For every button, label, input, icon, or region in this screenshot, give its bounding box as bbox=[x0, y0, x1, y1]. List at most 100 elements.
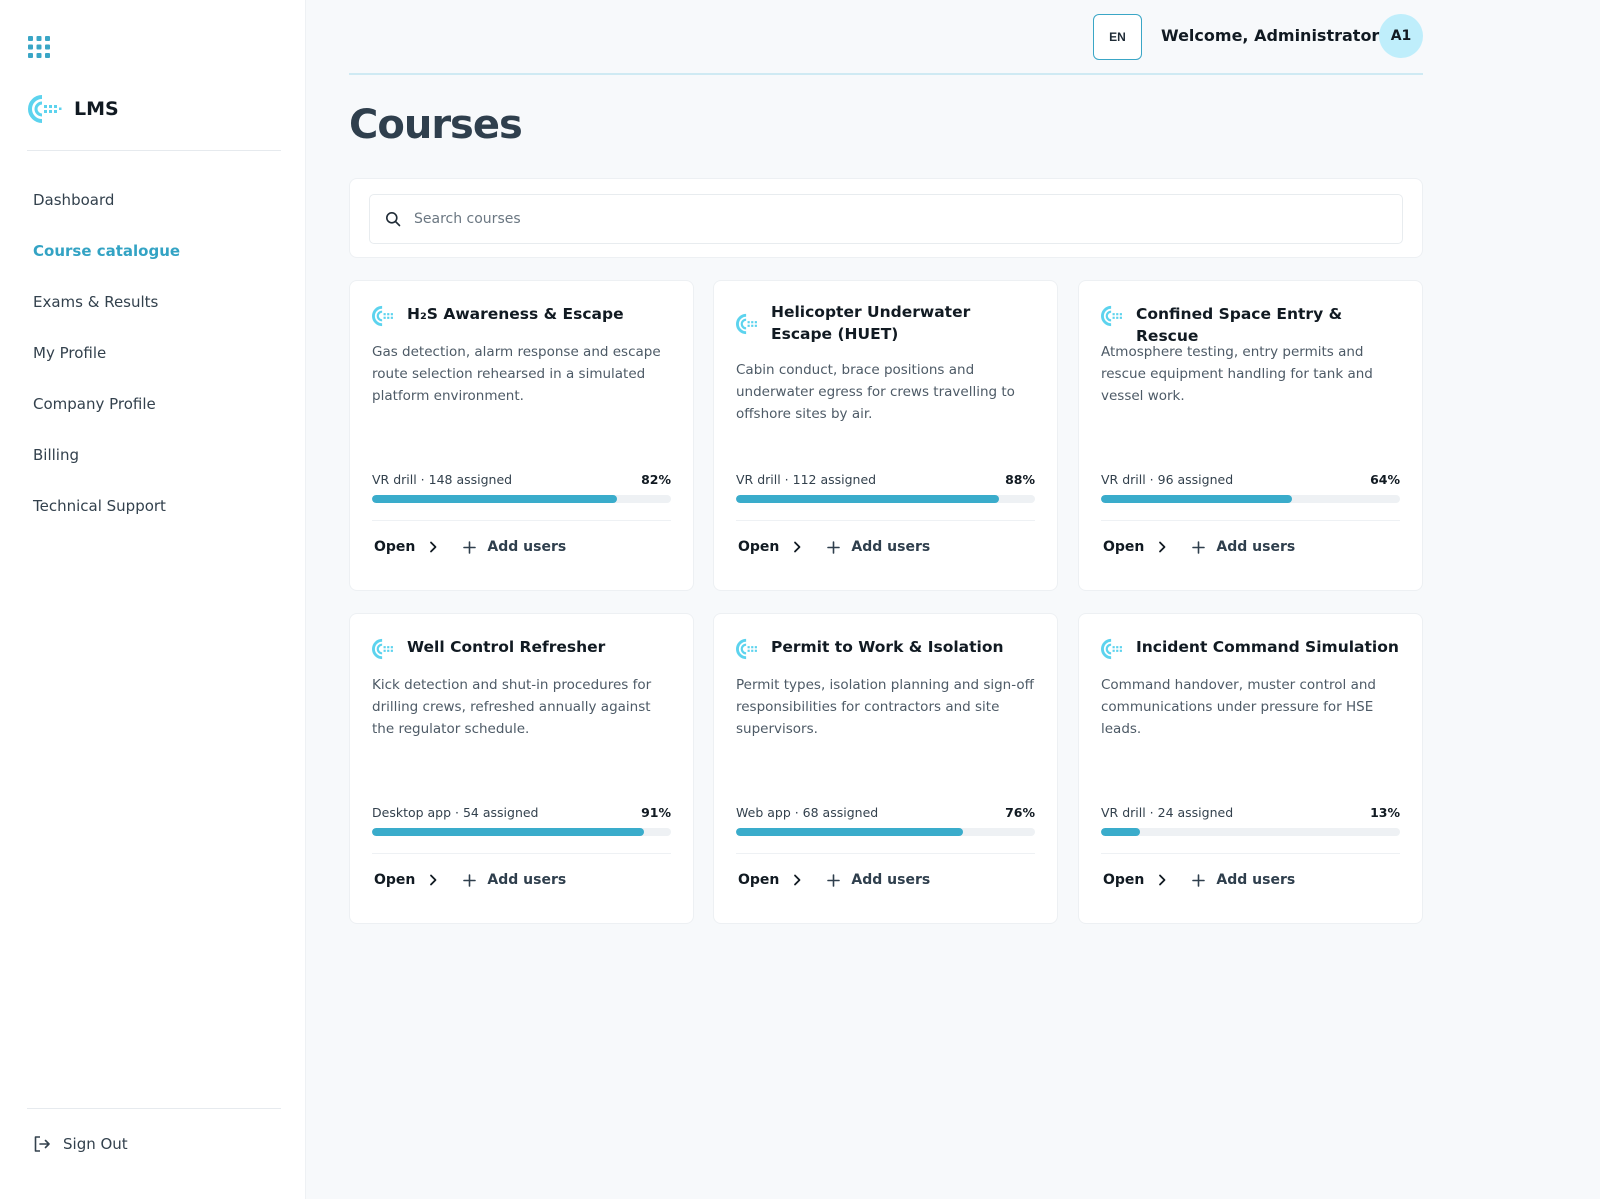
course-card: Permit to Work & Isolation Permit types,… bbox=[713, 613, 1058, 924]
chevron-right-icon bbox=[430, 541, 437, 553]
course-progress-fill bbox=[736, 495, 1000, 503]
course-meta-text: Desktop app · 54 assigned bbox=[372, 805, 539, 820]
chevron-right-icon bbox=[1159, 874, 1166, 886]
course-progress-fill bbox=[1101, 495, 1293, 503]
course-meta: VR drill · 148 assigned 82% bbox=[372, 472, 671, 487]
course-description: Permit types, isolation planning and sig… bbox=[736, 677, 1034, 737]
plus-icon bbox=[827, 540, 841, 554]
course-progress-percent: 91% bbox=[641, 805, 671, 820]
search-box[interactable] bbox=[369, 194, 1403, 244]
sidebar-item-company-profile[interactable]: Company Profile bbox=[33, 390, 180, 441]
sign-out-icon bbox=[34, 1136, 50, 1152]
sidebar-item-billing[interactable]: Billing bbox=[33, 441, 180, 492]
course-progress-bar bbox=[372, 495, 671, 503]
course-title[interactable]: Incident Command Simulation bbox=[1136, 636, 1399, 658]
chevron-right-icon bbox=[430, 874, 437, 886]
search-icon bbox=[386, 212, 401, 227]
sidebar-item-course-catalogue[interactable]: Course catalogue bbox=[33, 237, 180, 288]
course-title[interactable]: Helicopter Underwater Escape (HUET) bbox=[771, 301, 981, 345]
course-progress-fill bbox=[736, 828, 964, 836]
welcome-text: Welcome, Administrator 1 bbox=[1161, 26, 1397, 45]
course-card: Helicopter Underwater Escape (HUET) Cabi… bbox=[713, 280, 1058, 591]
course-progress-percent: 88% bbox=[1005, 472, 1035, 487]
avatar[interactable]: A1 bbox=[1379, 14, 1423, 58]
open-course-button[interactable]: Open bbox=[374, 872, 439, 888]
add-users-label: Add users bbox=[487, 539, 567, 555]
course-progress-bar bbox=[736, 495, 1035, 503]
open-course-button[interactable]: Open bbox=[738, 872, 803, 888]
sidebar: LMS Dashboard Course catalogue Exams & R… bbox=[0, 0, 306, 1199]
course-progress-bar bbox=[1101, 495, 1400, 503]
add-users-button[interactable]: Add users bbox=[463, 539, 566, 555]
chevron-right-icon bbox=[794, 874, 801, 886]
course-logo-icon bbox=[372, 305, 393, 327]
add-users-label: Add users bbox=[1216, 872, 1296, 888]
course-card-divider bbox=[736, 520, 1035, 521]
course-meta: VR drill · 24 assigned 13% bbox=[1101, 805, 1400, 820]
plus-icon bbox=[827, 873, 841, 887]
sidebar-item-my-profile[interactable]: My Profile bbox=[33, 339, 180, 390]
course-meta-text: Web app · 68 assigned bbox=[736, 805, 879, 820]
course-progress-fill bbox=[372, 495, 618, 503]
course-progress-percent: 82% bbox=[641, 472, 671, 487]
course-title[interactable]: Permit to Work & Isolation bbox=[771, 636, 1004, 658]
open-course-label: Open bbox=[1103, 539, 1145, 555]
course-title[interactable]: Well Control Refresher bbox=[407, 636, 605, 658]
open-course-button[interactable]: Open bbox=[1103, 539, 1168, 555]
course-card-divider bbox=[1101, 520, 1400, 521]
course-progress-percent: 76% bbox=[1005, 805, 1035, 820]
search-panel bbox=[349, 178, 1423, 258]
course-progress-bar bbox=[372, 828, 671, 836]
sidebar-item-dashboard[interactable]: Dashboard bbox=[33, 186, 180, 237]
sidebar-nav: Dashboard Course catalogue Exams & Resul… bbox=[33, 186, 180, 543]
brand[interactable]: LMS bbox=[28, 95, 119, 123]
course-meta-text: VR drill · 96 assigned bbox=[1101, 472, 1234, 487]
open-course-button[interactable]: Open bbox=[374, 539, 439, 555]
course-card-header: Incident Command Simulation bbox=[1101, 634, 1400, 660]
add-users-label: Add users bbox=[851, 539, 931, 555]
course-logo-icon bbox=[372, 638, 393, 660]
sidebar-item-technical-support[interactable]: Technical Support bbox=[33, 492, 180, 543]
apps-grid-icon[interactable] bbox=[28, 36, 50, 58]
course-card-header: H₂S Awareness & Escape bbox=[372, 301, 671, 327]
course-card-divider bbox=[736, 853, 1035, 854]
course-meta: Web app · 68 assigned 76% bbox=[736, 805, 1035, 820]
course-actions: Open Add users bbox=[1103, 539, 1295, 555]
open-course-button[interactable]: Open bbox=[738, 539, 803, 555]
course-meta: Desktop app · 54 assigned 91% bbox=[372, 805, 671, 820]
add-users-label: Add users bbox=[851, 872, 931, 888]
sidebar-item-exams-results[interactable]: Exams & Results bbox=[33, 288, 180, 339]
add-users-button[interactable]: Add users bbox=[827, 539, 930, 555]
add-users-button[interactable]: Add users bbox=[463, 872, 566, 888]
language-button[interactable]: EN bbox=[1093, 14, 1142, 60]
open-course-label: Open bbox=[374, 872, 416, 888]
course-meta-text: VR drill · 148 assigned bbox=[372, 472, 513, 487]
course-description: Gas detection, alarm response and escape… bbox=[372, 344, 661, 404]
plus-icon bbox=[1192, 540, 1206, 554]
course-actions: Open Add users bbox=[738, 539, 930, 555]
course-actions: Open Add users bbox=[738, 872, 930, 888]
add-users-button[interactable]: Add users bbox=[1192, 539, 1295, 555]
course-logo-icon bbox=[1101, 638, 1122, 660]
course-progress-fill bbox=[1101, 828, 1140, 836]
sign-out-label: Sign Out bbox=[63, 1135, 128, 1153]
course-logo-icon bbox=[1101, 305, 1122, 327]
sign-out-button[interactable]: Sign Out bbox=[33, 1135, 128, 1153]
open-course-button[interactable]: Open bbox=[1103, 872, 1168, 888]
course-progress-bar bbox=[736, 828, 1035, 836]
top-bar-divider bbox=[349, 73, 1423, 75]
course-meta-text: VR drill · 112 assigned bbox=[736, 472, 877, 487]
course-card-divider bbox=[1101, 853, 1400, 854]
course-title[interactable]: H₂S Awareness & Escape bbox=[407, 303, 624, 325]
course-card-header: Well Control Refresher bbox=[372, 634, 671, 660]
course-description: Cabin conduct, brace positions and under… bbox=[736, 362, 1015, 422]
course-progress-fill bbox=[372, 828, 645, 836]
course-progress-percent: 13% bbox=[1370, 805, 1400, 820]
add-users-button[interactable]: Add users bbox=[1192, 872, 1295, 888]
chevron-right-icon bbox=[794, 541, 801, 553]
open-course-label: Open bbox=[374, 539, 416, 555]
course-card: H₂S Awareness & Escape Gas detection, al… bbox=[349, 280, 694, 591]
course-meta: VR drill · 112 assigned 88% bbox=[736, 472, 1035, 487]
search-input[interactable] bbox=[414, 211, 1374, 227]
add-users-button[interactable]: Add users bbox=[827, 872, 930, 888]
